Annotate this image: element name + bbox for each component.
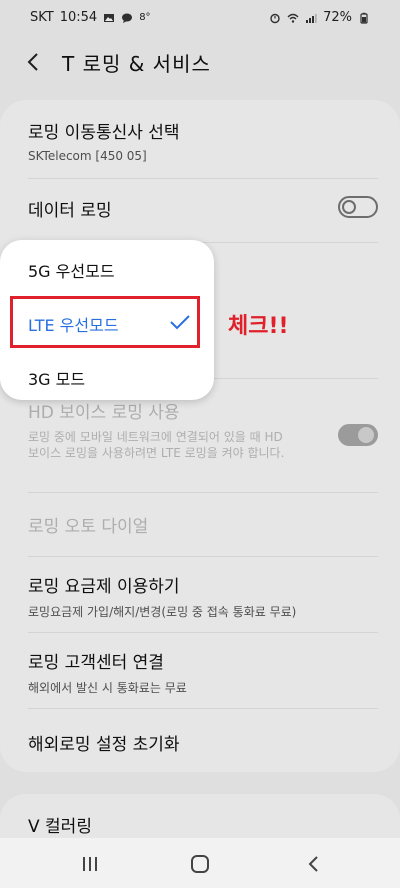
- status-right: 72%: [269, 10, 370, 25]
- option-3g[interactable]: 3G 모드: [28, 366, 85, 390]
- row-title: V 컬러링: [28, 817, 92, 837]
- divider: [28, 632, 378, 633]
- toggle-knob: [358, 427, 374, 443]
- row-title: HD 보이스 로밍 사용: [28, 403, 180, 423]
- row-title: 로밍 요금제 이용하기: [28, 577, 180, 597]
- annotation-text: 체크!!: [228, 314, 289, 339]
- option-label: 5G 우선모드: [28, 262, 115, 281]
- battery-icon: [360, 12, 368, 24]
- row-title: 로밍 오토 다이얼: [28, 517, 149, 537]
- row-roaming-operator[interactable]: 로밍 이동통신사 선택 SKTelecom [450 05]: [28, 118, 378, 163]
- alarm-icon: [270, 13, 280, 23]
- wifi-icon: [287, 13, 299, 23]
- divider: [28, 708, 378, 709]
- signal-icon: [306, 13, 317, 23]
- row-title: 데이터 로밍: [28, 201, 112, 221]
- data-roaming-toggle[interactable]: [338, 196, 378, 218]
- divider: [28, 178, 378, 179]
- recent-apps-icon[interactable]: [78, 852, 102, 876]
- back-icon[interactable]: [302, 852, 326, 876]
- row-reset-roaming[interactable]: 해외로밍 설정 초기화: [28, 730, 378, 755]
- row-subtitle: 로밍요금제 가입/해지/변경(로밍 중 접속 통화료 무료): [28, 605, 297, 619]
- carrier-label: SKT: [30, 10, 54, 25]
- row-title: 해외로밍 설정 초기화: [28, 735, 180, 755]
- row-auto-dial[interactable]: 로밍 오토 다이얼: [28, 512, 378, 537]
- hd-voice-toggle[interactable]: [338, 424, 378, 446]
- row-title: 로밍 이동통신사 선택: [28, 123, 180, 143]
- clock: 10:54: [59, 10, 98, 25]
- temperature: 8°: [139, 12, 151, 23]
- row-data-roaming[interactable]: 데이터 로밍: [28, 196, 378, 222]
- toggle-knob: [342, 200, 356, 214]
- navigation-bar: [0, 838, 400, 888]
- row-hd-voice[interactable]: HD 보이스 로밍 사용 로밍 중에 모바일 네트워크에 연결되어 있을 때 H…: [28, 398, 378, 461]
- option-label: 3G 모드: [28, 370, 86, 389]
- chat-icon: [122, 13, 133, 23]
- row-subtitle: SKTelecom [450 05]: [28, 149, 147, 163]
- status-left: SKT 10:54 8°: [30, 10, 151, 25]
- row-rate-plan[interactable]: 로밍 요금제 이용하기 로밍요금제 가입/해지/변경(로밍 중 접속 통화료 무…: [28, 572, 378, 620]
- v-coloring-card[interactable]: V 컬러링: [0, 794, 400, 844]
- row-subtitle: 해외에서 발신 시 통화료는 무료: [28, 681, 187, 695]
- row-customer-center[interactable]: 로밍 고객센터 연결 해외에서 발신 시 통화료는 무료: [28, 648, 378, 696]
- divider: [28, 492, 378, 493]
- status-bar: SKT 10:54 8° 72%: [0, 0, 400, 36]
- app-header: T 로밍 & 서비스: [0, 36, 400, 86]
- battery-percent: 72%: [323, 10, 352, 25]
- row-title: 로밍 고객센터 연결: [28, 653, 164, 673]
- page-title: T 로밍 & 서비스: [62, 52, 211, 76]
- chevron-left-icon[interactable]: [22, 50, 46, 74]
- row-subtitle: 로밍 중에 모바일 네트워크에 연결되어 있을 때 HD 보이스 로밍을 사용하…: [28, 430, 285, 460]
- gallery-icon: [104, 13, 115, 22]
- option-5g[interactable]: 5G 우선모드: [28, 258, 115, 282]
- settings-card: 로밍 이동통신사 선택 SKTelecom [450 05] 데이터 로밍 HD…: [0, 100, 400, 772]
- highlight-box: [10, 296, 200, 348]
- divider: [28, 556, 378, 557]
- home-icon[interactable]: [188, 852, 212, 876]
